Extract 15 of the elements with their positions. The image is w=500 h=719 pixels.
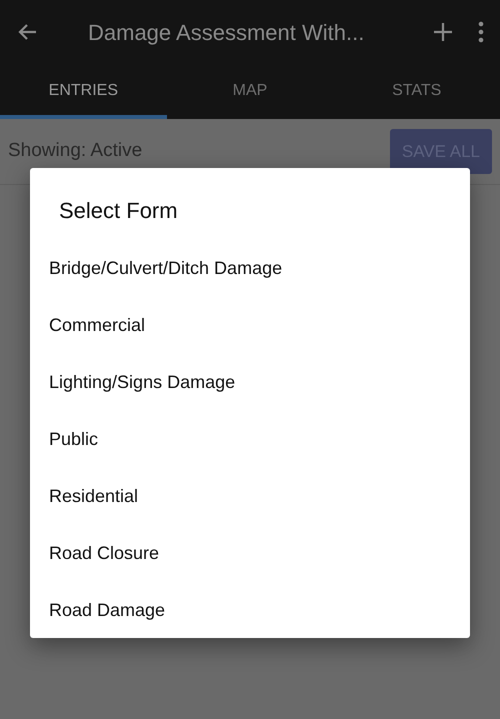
add-icon[interactable] bbox=[432, 21, 454, 43]
form-option[interactable]: Road Damage bbox=[30, 582, 470, 639]
form-option[interactable]: Commercial bbox=[30, 297, 470, 354]
form-option[interactable]: Lighting/Signs Damage bbox=[30, 354, 470, 411]
form-option[interactable]: Road Closure bbox=[30, 525, 470, 582]
screen-title: Damage Assessment With... bbox=[88, 18, 366, 47]
tab[interactable]: ENTRIES bbox=[0, 64, 167, 119]
dialog-title: Select Form bbox=[58, 197, 179, 225]
form-option[interactable]: Public bbox=[30, 411, 470, 468]
form-option[interactable]: Residential bbox=[30, 468, 470, 525]
filter-label: Showing: Active bbox=[8, 139, 142, 164]
tab[interactable]: MAP bbox=[166, 64, 334, 119]
tab[interactable]: STATS bbox=[333, 64, 500, 119]
more-icon[interactable] bbox=[478, 21, 484, 43]
form-option[interactable]: Bridge/Culvert/Ditch Damage bbox=[30, 240, 470, 297]
